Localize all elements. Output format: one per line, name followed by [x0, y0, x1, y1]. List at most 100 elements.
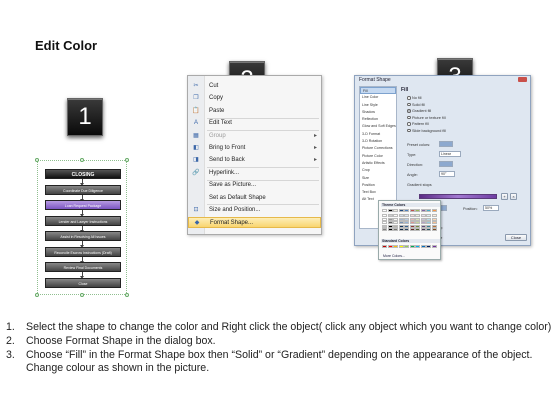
menu-item-set-as-default-shape[interactable]: Set as Default Shape: [188, 193, 321, 204]
selection-handle[interactable]: [125, 158, 129, 162]
add-stop-button[interactable]: +: [501, 193, 508, 200]
remove-stop-button[interactable]: ×: [510, 193, 517, 200]
menu-item-paste[interactable]: 📋 Paste: [188, 106, 321, 117]
flowchart-step-box[interactable]: Lender and Lawyer Instructions: [45, 215, 121, 226]
menu-item-label: Paste: [209, 107, 225, 114]
theme-color-swatch[interactable]: [415, 209, 420, 212]
nav-glow-and-soft-edges[interactable]: Glow and Soft Edges: [360, 123, 396, 130]
standard-color-swatch[interactable]: [387, 245, 393, 248]
step-text: Select the shape to change the color and…: [26, 321, 552, 333]
menu-item-copy[interactable]: ❐ Copy: [188, 93, 321, 104]
nav-reflection[interactable]: Reflection: [360, 116, 396, 123]
menu-item-edit-text[interactable]: A Edit Text: [188, 118, 321, 129]
theme-color-swatch[interactable]: [393, 209, 398, 212]
menu-item-cut[interactable]: ✂ Cut: [188, 81, 321, 92]
theme-shade-swatch[interactable]: [420, 228, 426, 231]
standard-color-swatch[interactable]: [393, 245, 398, 248]
standard-color-swatch[interactable]: [398, 245, 404, 248]
close-icon[interactable]: [518, 77, 527, 82]
fill-option-solid-fill[interactable]: Solid fill: [407, 103, 425, 107]
selection-handle[interactable]: [80, 293, 84, 297]
theme-color-swatch[interactable]: [426, 209, 431, 212]
theme-shade-swatch[interactable]: [398, 228, 404, 231]
menu-item-label: Save as Picture...: [209, 182, 257, 189]
more-colors-link[interactable]: More Colors...: [383, 254, 405, 258]
nav-line-color[interactable]: Line Color: [360, 94, 396, 101]
nav-3-d-rotation[interactable]: 3-D Rotation: [360, 138, 396, 145]
theme-shade-swatch[interactable]: [409, 228, 415, 231]
fill-section-heading: Fill: [401, 87, 409, 93]
selection-handle[interactable]: [80, 158, 84, 162]
radio-button[interactable]: [407, 122, 411, 126]
preset-colors-dropdown[interactable]: [439, 141, 453, 147]
theme-color-swatch[interactable]: [404, 209, 409, 212]
flowchart-step-box[interactable]: Reconcile Escrow Instructions (Draft): [45, 246, 121, 257]
menu-item-send-to-back[interactable]: ◨ Send to Back ▸: [188, 155, 321, 166]
standard-color-swatch[interactable]: [420, 245, 426, 248]
theme-color-swatch[interactable]: [431, 209, 437, 212]
nav-text-box[interactable]: Text Box: [360, 189, 396, 196]
flowchart-step-box[interactable]: Close: [45, 277, 121, 288]
radio-button[interactable]: [407, 128, 411, 133]
menu-item-group[interactable]: ▦ Group ▸: [188, 131, 321, 142]
menu-item-format-shape[interactable]: ◆ Format Shape...: [188, 217, 321, 229]
standard-color-swatch[interactable]: [404, 245, 409, 248]
selection-handle[interactable]: [125, 293, 129, 297]
close-button[interactable]: Close: [505, 234, 527, 241]
nav-crop[interactable]: Crop: [360, 167, 396, 174]
theme-shade-swatch[interactable]: [393, 228, 398, 231]
nav-fill[interactable]: Fill: [360, 87, 396, 95]
flowchart-step-box[interactable]: Loan Request Package: [45, 200, 121, 210]
nav-artistic-effects[interactable]: Artistic Effects: [360, 160, 396, 167]
fill-option-slide-background-fill[interactable]: Slide background fill: [407, 129, 446, 133]
nav-picture-color[interactable]: Picture Color: [360, 153, 396, 160]
standard-color-swatch[interactable]: [426, 245, 431, 248]
standard-color-swatch[interactable]: [382, 245, 387, 248]
flowchart-step-box[interactable]: Coordinate Due Diligence: [45, 184, 121, 195]
gradient-stops-bar[interactable]: [419, 194, 497, 199]
theme-shade-swatch[interactable]: [382, 228, 387, 231]
theme-shade-swatch[interactable]: [431, 228, 437, 231]
theme-color-swatch[interactable]: [398, 209, 404, 212]
radio-button[interactable]: [407, 96, 411, 100]
nav-position[interactable]: Position: [360, 182, 396, 189]
position-input[interactable]: 50%: [483, 205, 499, 211]
radio-button[interactable]: [407, 109, 411, 113]
theme-color-swatch[interactable]: [382, 209, 387, 212]
nav-3-d-format[interactable]: 3-D Format: [360, 131, 396, 138]
flowchart-step-box[interactable]: Review Final Documents: [45, 262, 121, 272]
nav-picture-corrections[interactable]: Picture Corrections: [360, 145, 396, 152]
theme-color-swatch[interactable]: [387, 209, 393, 212]
fill-option-pattern-fill[interactable]: Pattern fill: [407, 122, 429, 126]
radio-button[interactable]: [407, 102, 411, 107]
nav-line-style[interactable]: Line Style: [360, 102, 396, 109]
flowchart-title-box[interactable]: CLOSING: [45, 169, 121, 179]
menu-item-size-and-position[interactable]: ⊡ Size and Position...: [188, 205, 321, 216]
standard-color-swatch[interactable]: [409, 245, 415, 248]
selection-handle[interactable]: [35, 158, 39, 162]
standard-color-swatch[interactable]: [431, 245, 437, 248]
flowchart-step-box[interactable]: Assist in Resolving All Issues: [45, 231, 121, 241]
theme-shade-swatch[interactable]: [415, 228, 420, 231]
standard-color-swatch[interactable]: [415, 245, 420, 248]
theme-shade-swatch[interactable]: [426, 228, 431, 231]
menu-item-bring-to-front[interactable]: ◧ Bring to Front ▸: [188, 143, 321, 154]
selection-handle[interactable]: [35, 293, 39, 297]
theme-shade-swatch[interactable]: [387, 228, 393, 231]
type-select[interactable]: Linear: [439, 151, 461, 157]
menu-item-hyperlink[interactable]: 🔗 Hyperlink...: [188, 168, 321, 179]
fill-option-gradient-fill[interactable]: Gradient fill: [407, 109, 431, 113]
menu-item-label: Group: [209, 132, 226, 139]
menu-item-save-as-picture[interactable]: Save as Picture...: [188, 180, 321, 191]
nav-shadow[interactable]: Shadow: [360, 109, 396, 116]
flowchart-selection[interactable]: CLOSING Coordinate Due Diligence Loan Requ…: [35, 158, 129, 297]
fill-option-no-fill[interactable]: No fill: [407, 96, 422, 100]
theme-shade-swatch[interactable]: [404, 228, 409, 231]
nav-size[interactable]: Size: [360, 175, 396, 182]
theme-color-swatch[interactable]: [420, 209, 426, 212]
direction-dropdown[interactable]: [439, 161, 453, 167]
theme-color-swatch[interactable]: [409, 209, 415, 212]
angle-input[interactable]: 90°: [439, 171, 455, 177]
fill-option-picture-or-texture-fill[interactable]: Picture or texture fill: [407, 116, 446, 120]
radio-button[interactable]: [407, 115, 411, 120]
